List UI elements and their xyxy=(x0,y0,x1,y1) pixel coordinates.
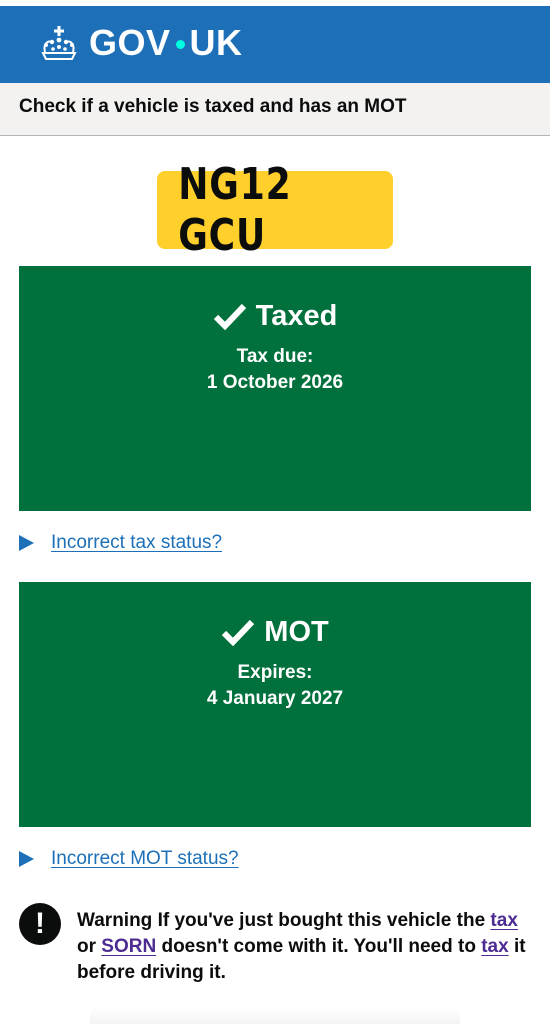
sorn-link[interactable]: SORN xyxy=(101,936,156,957)
warning-text-part: doesn't come with it. You'll need to xyxy=(161,936,476,957)
warning-text-part: or xyxy=(77,936,96,957)
tick-icon xyxy=(213,303,246,330)
registration-plate: NG12 GCU xyxy=(157,159,393,261)
service-navigation: Check if a vehicle is taxed and has an M… xyxy=(0,83,550,136)
tax-status-heading: Taxed xyxy=(19,298,531,334)
bottom-shadow xyxy=(90,1006,460,1024)
govuk-logo-link[interactable]: GOV UK xyxy=(37,22,243,64)
mot-expiry-date: 4 January 2027 xyxy=(206,688,344,709)
tax-status-panel: Taxed Tax due: 1 October 2026 xyxy=(19,266,531,511)
service-name[interactable]: Check if a vehicle is taxed and has an M… xyxy=(19,96,407,118)
tax-vehicle-link[interactable]: tax xyxy=(481,936,508,957)
warning-text-part: If you've just bought this vehicle the xyxy=(157,910,486,931)
mot-expires-label: Expires: xyxy=(237,662,313,683)
tax-due-date: 1 October 2026 xyxy=(206,372,344,393)
warning-message: Warning If you've just bought this vehic… xyxy=(77,908,527,986)
tax-status-details[interactable]: Incorrect tax status? xyxy=(19,529,222,557)
logo-dot xyxy=(175,39,185,49)
mot-status-details[interactable]: Incorrect MOT status? xyxy=(19,845,239,873)
warning-hidden-prefix: Warning xyxy=(77,910,153,931)
disclosure-triangle-icon xyxy=(19,535,34,551)
mot-status-heading: MOT xyxy=(19,614,531,650)
govuk-header: GOV UK xyxy=(0,0,550,83)
header-top-border xyxy=(0,0,550,6)
mot-status-panel: MOT Expires: 4 January 2027 xyxy=(19,582,531,827)
disclosure-triangle-icon xyxy=(19,851,34,867)
mot-status-label: MOT xyxy=(264,616,329,648)
govuk-wordmark: GOV UK xyxy=(89,22,243,64)
tax-due-label: Tax due: xyxy=(236,346,314,367)
logo-text-gov: GOV xyxy=(89,22,171,63)
tax-link[interactable]: tax xyxy=(490,910,517,931)
logo-text-uk: UK xyxy=(189,22,243,63)
registration-number: NG12 GCU xyxy=(178,159,292,261)
warning-icon: ! xyxy=(19,903,61,945)
incorrect-tax-status-link[interactable]: Incorrect tax status? xyxy=(51,532,222,554)
tax-status-label: Taxed xyxy=(255,300,338,332)
crown-icon xyxy=(41,26,77,60)
incorrect-mot-status-link[interactable]: Incorrect MOT status? xyxy=(51,848,239,870)
tick-icon xyxy=(222,619,255,646)
